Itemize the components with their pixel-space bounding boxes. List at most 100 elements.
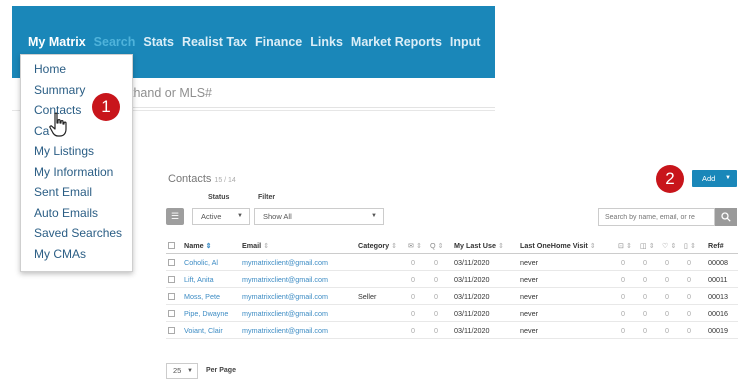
menu-item-sent-email[interactable]: Sent Email (21, 182, 132, 203)
header-email-count[interactable]: ✉ ⇕ (408, 237, 422, 254)
header-email[interactable]: Email ⇕ (242, 237, 269, 254)
nav-realist-tax[interactable]: Realist Tax (182, 35, 247, 49)
header-last-onehome-visit[interactable]: Last OneHome Visit ⇕ (520, 237, 596, 254)
contacts-search-input[interactable] (598, 208, 715, 226)
my-last-use: 03/11/2020 (454, 292, 490, 301)
nav-my-matrix[interactable]: My Matrix (28, 35, 86, 49)
menu-item-my-cmas[interactable]: My CMAs (21, 244, 132, 265)
header-name[interactable]: Name ⇕ (184, 237, 212, 254)
count-searches: 0 (434, 326, 438, 335)
cart-icon: ⊡ (618, 241, 625, 250)
header-search-count[interactable]: Q ⇕ (430, 237, 444, 254)
header-trash[interactable]: ▯ ⇕ (684, 237, 696, 254)
count-cart: 0 (621, 292, 625, 301)
contact-name-link[interactable]: Pipe, Dwayne (184, 305, 228, 322)
menu-item-my-listings[interactable]: My Listings (21, 141, 132, 162)
count-notes: 0 (643, 258, 647, 267)
contact-name-link[interactable]: Lift, Anita (184, 271, 214, 288)
sort-icon: ⇕ (589, 241, 596, 250)
my-last-use: 03/11/2020 (454, 275, 490, 284)
nav-menu: My Matrix Search Stats Realist Tax Finan… (28, 35, 480, 49)
contact-name-link[interactable]: Moss, Pete (184, 288, 220, 305)
chevron-down-icon: ▼ (237, 213, 243, 219)
per-page-select[interactable]: 25 ▼ (166, 363, 198, 379)
count-searches: 0 (434, 275, 438, 284)
count-searches: 0 (434, 258, 438, 267)
nav-search[interactable]: Search (94, 35, 136, 49)
header-notes[interactable]: ◫ ⇕ (640, 237, 655, 254)
header-name-label: Name (184, 241, 204, 250)
my-last-use: 03/11/2020 (454, 258, 490, 267)
contact-email-link[interactable]: mymatrixclient@gmail.com (242, 254, 328, 271)
nav-links[interactable]: Links (310, 35, 343, 49)
count-emails: 0 (411, 309, 415, 318)
sort-icon: ⇕ (670, 241, 677, 250)
sort-icon: ⇕ (497, 241, 504, 250)
search-icon (721, 212, 731, 222)
nav-finance[interactable]: Finance (255, 35, 302, 49)
menu-item-saved-searches[interactable]: Saved Searches (21, 223, 132, 244)
table-row: Pipe, Dwayne mymatrixclient@gmail.com 0 … (166, 305, 738, 322)
ref-number: 00013 (708, 292, 728, 301)
count-searches: 0 (434, 309, 438, 318)
count-cart: 0 (621, 258, 625, 267)
nav-stats[interactable]: Stats (143, 35, 174, 49)
count-searches: 0 (434, 292, 438, 301)
contact-name-link[interactable]: Coholic, Al (184, 254, 218, 271)
header-favorites[interactable]: ♡ ⇕ (662, 237, 676, 254)
list-menu-button[interactable]: ☰ (166, 208, 184, 225)
last-onehome-visit: never (520, 309, 538, 318)
hamburger-icon: ☰ (170, 211, 180, 221)
contact-email-link[interactable]: mymatrixclient@gmail.com (242, 305, 328, 322)
contact-email-link[interactable]: mymatrixclient@gmail.com (242, 271, 328, 288)
row-checkbox[interactable] (168, 276, 175, 283)
last-onehome-visit: never (520, 292, 538, 301)
ref-number: 00011 (708, 275, 728, 284)
filter-select[interactable]: Show All ▼ (254, 208, 384, 225)
contact-email-link[interactable]: mymatrixclient@gmail.com (242, 322, 328, 339)
sort-icon: ⇕ (689, 241, 696, 250)
status-select[interactable]: Active ▼ (192, 208, 250, 225)
contact-name-link[interactable]: Voiant, Clair (184, 322, 223, 339)
header-ref[interactable]: Ref# (708, 237, 724, 254)
nav-market-reports[interactable]: Market Reports (351, 35, 442, 49)
table-row: Coholic, Al mymatrixclient@gmail.com 0 0… (166, 254, 738, 271)
menu-item-auto-emails[interactable]: Auto Emails (21, 203, 132, 224)
header-cart[interactable]: ⊡ ⇕ (618, 237, 632, 254)
count-favorites: 0 (665, 326, 669, 335)
nav-input[interactable]: Input (450, 35, 481, 49)
ref-number: 00008 (708, 258, 728, 267)
per-page-value: 25 (173, 366, 182, 375)
contact-email-link[interactable]: mymatrixclient@gmail.com (242, 288, 328, 305)
header-category[interactable]: Category ⇕ (358, 237, 397, 254)
envelope-icon: ✉ (408, 241, 415, 250)
count-favorites: 0 (665, 309, 669, 318)
chevron-down-icon: ▼ (725, 175, 731, 181)
search-button[interactable] (715, 208, 737, 226)
add-contact-button[interactable]: Add ▼ (692, 170, 737, 187)
speed-bar-input[interactable]: thand or MLS# (128, 84, 495, 108)
table-row: Voiant, Clair mymatrixclient@gmail.com 0… (166, 322, 738, 339)
my-matrix-dropdown: Home Summary Contacts Ca My Listings My … (20, 54, 133, 272)
contacts-table: Name ⇕ Email ⇕ Category ⇕ ✉ ⇕ Q ⇕ My Las… (166, 237, 738, 339)
add-button-label: Add (702, 174, 716, 183)
menu-item-carts[interactable]: Ca (21, 121, 132, 142)
row-checkbox[interactable] (168, 327, 175, 334)
menu-item-home[interactable]: Home (21, 59, 132, 80)
header-email-label: Email (242, 241, 262, 250)
count-notes: 0 (643, 275, 647, 284)
count-favorites: 0 (665, 275, 669, 284)
row-checkbox[interactable] (168, 310, 175, 317)
select-all-checkbox[interactable] (168, 242, 175, 249)
menu-item-my-information[interactable]: My Information (21, 162, 132, 183)
callout-2-badge: 2 (656, 165, 684, 193)
contacts-title: Contacts 15 / 14 (168, 173, 236, 185)
row-checkbox[interactable] (168, 293, 175, 300)
header-my-last-use-label: My Last Use (454, 241, 496, 250)
last-onehome-visit: never (520, 275, 538, 284)
row-checkbox[interactable] (168, 259, 175, 266)
sort-icon: ⇕ (416, 241, 423, 250)
count-emails: 0 (411, 292, 415, 301)
header-my-last-use[interactable]: My Last Use ⇕ (454, 237, 504, 254)
count-emails: 0 (411, 275, 415, 284)
